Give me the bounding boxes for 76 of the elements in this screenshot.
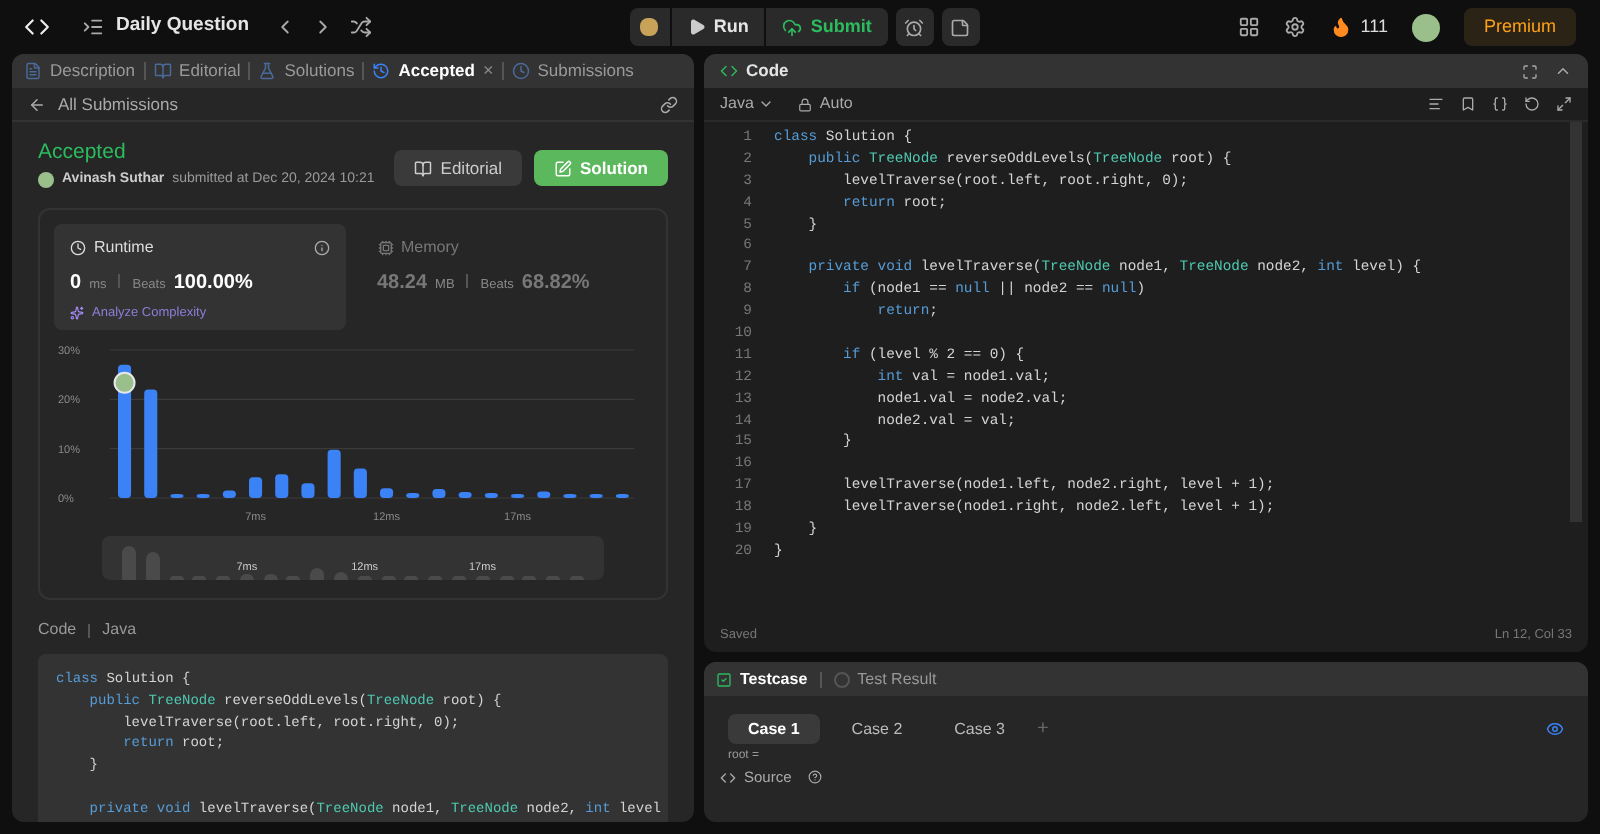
lock-icon [797,97,812,111]
all-submissions-link[interactable]: All Submissions [58,91,178,117]
debug-button[interactable] [629,8,670,46]
play-icon [687,18,706,36]
shuffle-icon[interactable] [349,16,372,38]
visibility-icon[interactable] [1546,720,1564,738]
note-icon [950,17,971,37]
tab[interactable]: Submissions [511,58,634,84]
edit-icon [554,159,572,177]
tab[interactable]: Description [24,58,136,84]
logo-icon[interactable] [24,14,50,40]
help-icon[interactable] [807,770,822,785]
streak-count[interactable]: 111 [1360,13,1388,41]
problem-list-title[interactable]: Daily Question [116,12,250,42]
document-icon [24,62,42,80]
info-icon[interactable] [313,239,329,255]
cloud-upload-icon [782,17,803,37]
beats-value: 100.00% [173,269,253,297]
notes-button[interactable] [941,8,980,46]
tab[interactable]: Editorial [153,58,241,84]
clock-icon [70,239,86,255]
history-icon [372,62,391,80]
chevron-down-icon [757,96,774,112]
problem-list-icon[interactable] [82,16,104,38]
collapse-icon[interactable] [1554,62,1572,80]
panel-tab[interactable]: Test Result [833,667,937,691]
stat-label: Memory [401,235,459,259]
case-tab[interactable]: Case 1 [728,714,820,744]
expand-icon[interactable] [1556,96,1572,112]
format-icon[interactable] [1428,96,1444,112]
stat-label: Runtime [94,235,154,259]
case-tab[interactable]: Case 3 [934,714,1026,744]
avatar-marker-icon [113,370,136,393]
user-avatar[interactable] [1411,13,1440,41]
link-icon[interactable] [660,95,678,113]
beats-value: 68.82% [521,269,590,297]
status-title: Accepted [38,140,128,166]
grid-icon[interactable] [1238,16,1261,38]
back-icon[interactable] [28,95,46,113]
overview-bar [122,546,136,579]
book-icon [414,159,433,177]
author-avatar [38,172,54,189]
run-button[interactable]: Run [671,8,765,46]
alarm-clock-icon [904,17,925,37]
code-icon [720,769,736,786]
flame-icon [1330,16,1353,38]
submit-button[interactable]: Submit [766,8,888,46]
stat-value: 48.24 [377,269,428,297]
sparkle-icon [70,305,84,320]
flask-icon [258,62,277,80]
case-tab[interactable]: Case 2 [831,714,923,744]
overview-bar [310,567,325,579]
clock-icon [511,62,530,80]
code-label: Code [38,618,77,642]
panel-title: Code [746,58,789,84]
overview-bar [145,552,160,579]
book-icon [153,62,172,80]
code-icon [720,62,738,80]
braces-icon[interactable] [1492,96,1508,112]
settings-icon[interactable] [1284,16,1307,38]
language-select[interactable]: Java [720,92,774,116]
mode-label: Auto [819,92,853,116]
language-label: Java [102,618,137,642]
panel-tab[interactable]: Testcase [716,667,808,691]
editorial-button[interactable]: Editorial [394,150,522,186]
premium-button[interactable]: Premium [1463,8,1576,46]
bookmark-icon[interactable] [1460,96,1476,112]
checkbox-icon [716,671,732,687]
reset-icon[interactable] [1524,96,1540,112]
close-icon[interactable]: × [482,57,494,85]
stat-value: 0 [70,269,82,297]
tab[interactable]: Solutions [258,58,355,84]
timer-button[interactable] [895,8,934,46]
tab[interactable]: Accepted [372,58,475,84]
chip-icon [377,239,393,255]
fullscreen-icon[interactable] [1522,63,1538,79]
